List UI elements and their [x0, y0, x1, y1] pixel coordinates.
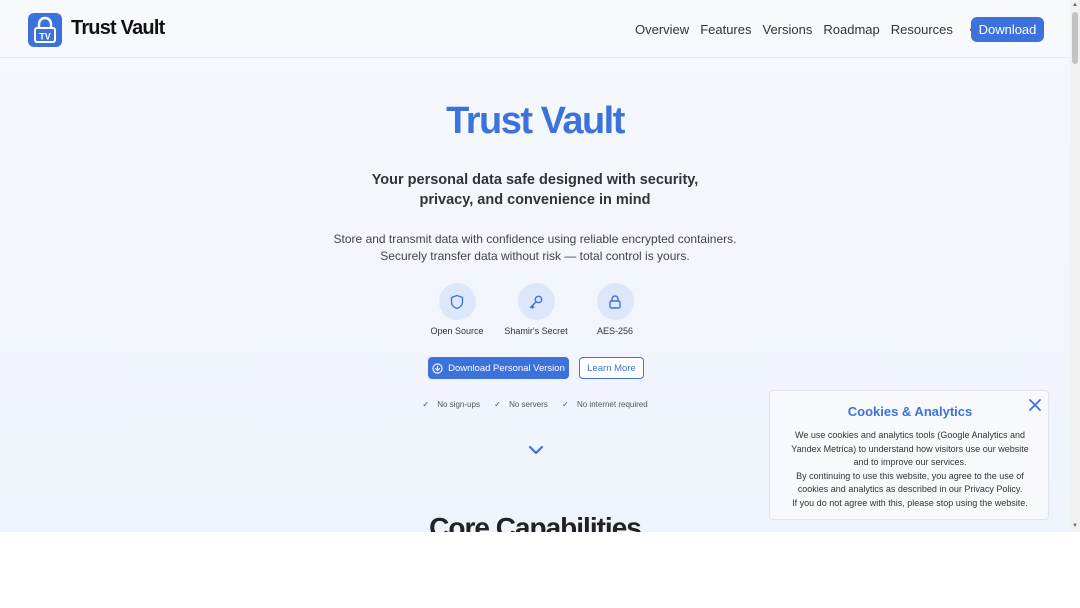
learn-more-button[interactable]: Learn More [579, 357, 644, 379]
download-button[interactable]: Download [971, 17, 1044, 42]
check-item: ✓ No sign-ups [419, 400, 483, 409]
scroll-down-arrow-icon[interactable]: ▼ [1072, 523, 1078, 529]
cookie-text-line: By continuing to use this website, you a… [796, 470, 1024, 495]
page-viewport: TV Trust Vault Overview Features Version… [0, 0, 1070, 532]
lock-icon [609, 294, 621, 309]
nav-overview[interactable]: Overview [635, 22, 689, 37]
padlock-logo-icon: TV [34, 16, 56, 43]
scroll-up-arrow-icon[interactable]: ▲ [1072, 2, 1078, 8]
scrollbar-thumb[interactable] [1072, 12, 1078, 64]
download-circle-icon [432, 362, 443, 374]
download-personal-button[interactable]: Download Personal Version [428, 357, 569, 379]
cookie-title: Cookies & Analytics [847, 404, 973, 419]
feature-icon-badge [596, 283, 634, 320]
cookie-text: We use cookies and analytics tools (Goog… [788, 429, 1032, 510]
check-icon: ✓ [422, 400, 432, 409]
logo-icon[interactable]: TV [28, 13, 62, 47]
hero-title: Trust Vault [446, 100, 625, 142]
check-label: No internet required [576, 400, 648, 409]
brand-name[interactable]: Trust Vault [71, 17, 165, 40]
nav-resources-label: Resources [890, 22, 953, 37]
feature-aes: AES-256 [565, 283, 665, 336]
cookie-text-line: We use cookies and analytics tools (Goog… [791, 430, 1029, 467]
feature-label: AES-256 [596, 326, 634, 336]
check-icon: ✓ [562, 400, 571, 409]
feature-icon-badge [438, 283, 476, 320]
check-label: No servers [509, 400, 548, 409]
check-icon: ✓ [494, 400, 504, 409]
hero-subtitle: Your personal data safe designed with se… [371, 172, 699, 208]
check-label: No sign-ups [437, 400, 480, 409]
check-item: ✓ No servers [491, 400, 551, 409]
feature-icon-badge [517, 283, 555, 320]
nav-versions[interactable]: Versions [763, 22, 813, 37]
hero-description: Store and transmit data with confidence … [333, 232, 737, 263]
close-icon[interactable] [1028, 398, 1042, 412]
logo-text: TV [39, 32, 51, 42]
scroll-down-chevron-icon[interactable] [528, 444, 544, 456]
nav-roadmap[interactable]: Roadmap [823, 22, 879, 37]
key-icon [529, 295, 543, 309]
nav-features[interactable]: Features [700, 22, 751, 37]
site-header: TV Trust Vault Overview Features Version… [0, 0, 1070, 58]
scrollbar-track[interactable] [1070, 0, 1080, 532]
check-item: ✓ No internet required [559, 400, 651, 409]
download-personal-label: Download Personal Version [448, 362, 565, 374]
cookie-banner: Cookies & Analytics We use cookies and a… [769, 390, 1049, 520]
shield-icon [450, 294, 464, 309]
cookie-text-line: If you do not agree with this, please st… [792, 497, 1028, 508]
